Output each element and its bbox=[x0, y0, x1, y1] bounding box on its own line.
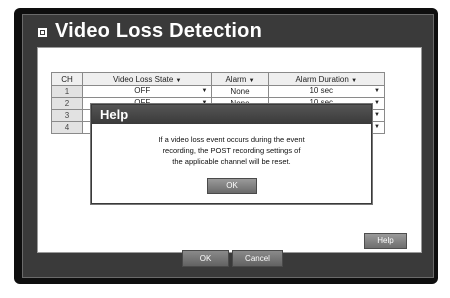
dialog-title: Help bbox=[92, 105, 371, 124]
help-button[interactable]: Help bbox=[364, 233, 407, 249]
window-icon bbox=[38, 28, 47, 37]
ok-button[interactable]: OK bbox=[182, 250, 229, 267]
dropdown-arrow-icon: ▼ bbox=[374, 112, 380, 118]
sort-caret-icon: ▼ bbox=[248, 77, 255, 84]
help-dialog: Help If a video loss event occurs during… bbox=[91, 104, 372, 204]
video-loss-state-dropdown[interactable]: OFF ▼ bbox=[81, 85, 213, 98]
dropdown-arrow-icon: ▼ bbox=[374, 100, 380, 106]
dropdown-arrow-icon: ▼ bbox=[374, 88, 380, 94]
dropdown-arrow-icon: ▼ bbox=[374, 124, 380, 130]
channel-number: 4 bbox=[51, 121, 83, 134]
alarm-duration-dropdown[interactable]: 10 sec ▼ bbox=[267, 85, 385, 98]
column-header-ch: CH bbox=[51, 72, 83, 86]
table-header-row: CH Video Loss State ▼ Alarm ▼ Alarm Dura… bbox=[51, 72, 385, 86]
channel-number: 3 bbox=[51, 109, 83, 122]
cancel-button[interactable]: Cancel bbox=[232, 250, 283, 267]
window-title: Video Loss Detection bbox=[55, 20, 263, 42]
channel-number: 2 bbox=[51, 97, 83, 110]
sort-caret-icon: ▼ bbox=[175, 77, 182, 84]
column-header-duration[interactable]: Alarm Duration ▼ bbox=[267, 72, 385, 86]
dialog-message: If a video loss event occurs during the … bbox=[158, 135, 305, 166]
dropdown-arrow-icon: ▼ bbox=[201, 88, 208, 94]
column-header-state[interactable]: Video Loss State ▼ bbox=[81, 72, 213, 86]
alarm-cell[interactable]: None bbox=[211, 85, 269, 98]
dialog-ok-button[interactable]: OK bbox=[207, 178, 257, 194]
sort-caret-icon: ▼ bbox=[351, 77, 358, 84]
channel-number: 1 bbox=[51, 85, 83, 98]
table-row: 1 OFF ▼ None 10 sec ▼ bbox=[51, 85, 385, 98]
column-header-alarm[interactable]: Alarm ▼ bbox=[211, 72, 269, 86]
